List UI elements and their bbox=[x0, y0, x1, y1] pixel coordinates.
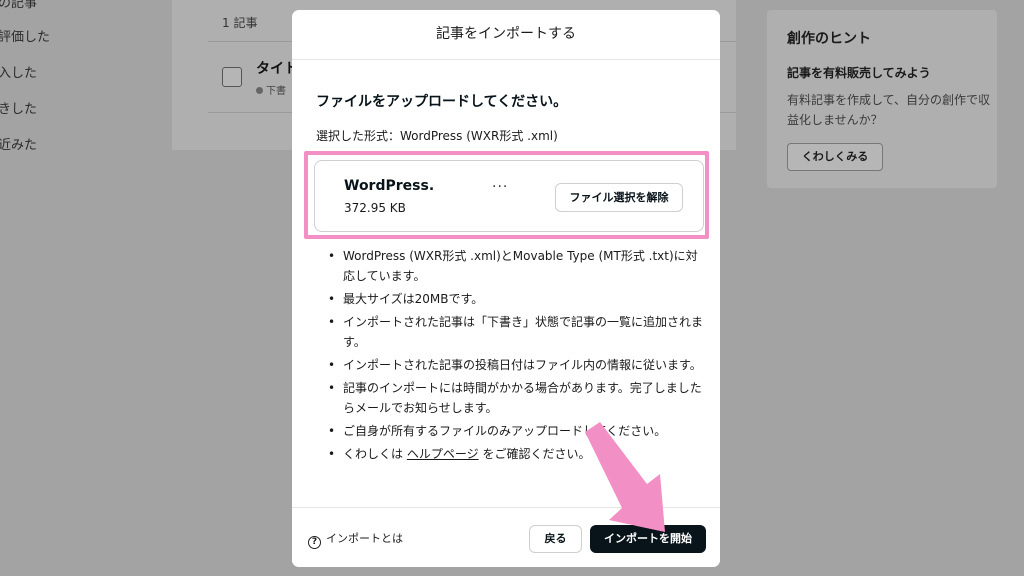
file-size: 372.95 KB bbox=[344, 201, 406, 215]
sidebar-item-purchased: 入した bbox=[0, 66, 38, 81]
list-item: 最大サイズは20MBです。 bbox=[328, 289, 708, 309]
list-item: インポートされた記事は「下書き」状態で記事の一覧に追加されます。 bbox=[328, 312, 708, 352]
article-checkbox bbox=[222, 67, 242, 87]
sidebar-item-recent: 近みた bbox=[0, 138, 38, 153]
background-hint-card: 創作のヒント 記事を有料販売してみよう 有料記事を作成して、自分の創作で収益化し… bbox=[767, 10, 997, 188]
sidebar-item-rated: 評価した bbox=[0, 30, 51, 45]
sidebar-item-liked: きした bbox=[0, 102, 38, 117]
article-count: 1 記事 bbox=[222, 16, 258, 30]
modal-title: 記事をインポートする bbox=[292, 10, 720, 60]
article-status-label: 下書 bbox=[266, 86, 286, 97]
background-sidebar: の記事 評価した 入した きした 近みた bbox=[0, 0, 170, 576]
hint-subtitle: 記事を有料販売してみよう bbox=[787, 66, 931, 80]
hint-learn-more-button: くわしくみる bbox=[787, 143, 883, 171]
about-import-link[interactable]: ? インポートとは bbox=[308, 530, 403, 549]
modal-footer: ? インポートとは 戻る インポートを開始 bbox=[292, 507, 720, 567]
back-button[interactable]: 戻る bbox=[529, 525, 582, 553]
hint-description: 有料記事を作成して、自分の創作で収益化しませんか？ bbox=[787, 93, 991, 127]
selected-format: 選択した形式：WordPress (WXR形式 .xml) bbox=[316, 129, 558, 143]
help-prefix: くわしくは bbox=[343, 447, 404, 461]
upload-heading: ファイルをアップロードしてください。 bbox=[316, 94, 568, 110]
list-item: ご自身が所有するファイルのみアップロードしてください。 bbox=[328, 421, 708, 441]
ellipsis-icon: ... bbox=[492, 175, 509, 191]
selected-file-card: WordPress. 372.95 KB ... ファイル選択を解除 bbox=[314, 160, 704, 232]
article-status: 下書 bbox=[256, 82, 286, 97]
file-name: WordPress. bbox=[344, 178, 435, 194]
list-item: インポートされた記事の投稿日付はファイル内の情報に従います。 bbox=[328, 355, 708, 375]
help-suffix: をご確認ください。 bbox=[482, 447, 591, 461]
import-notes: WordPress (WXR形式 .xml)とMovable Type (MT形… bbox=[328, 246, 708, 467]
deselect-file-button[interactable]: ファイル選択を解除 bbox=[555, 183, 683, 212]
import-modal: 記事をインポートする ファイルをアップロードしてください。 選択した形式：Wor… bbox=[292, 10, 720, 567]
start-import-button[interactable]: インポートを開始 bbox=[590, 525, 706, 553]
list-item: WordPress (WXR形式 .xml)とMovable Type (MT形… bbox=[328, 246, 708, 286]
hint-title: 創作のヒント bbox=[787, 31, 871, 47]
list-item: 記事のインポートには時間がかかる場合があります。完了しましたらメールでお知らせし… bbox=[328, 378, 708, 418]
sidebar-item-articles: の記事 bbox=[0, 0, 38, 11]
list-item-help: くわしくは ヘルプページ をご確認ください。 bbox=[328, 444, 708, 464]
status-dot-icon bbox=[256, 87, 263, 94]
question-circle-icon: ? bbox=[308, 536, 321, 549]
help-page-link[interactable]: ヘルプページ bbox=[407, 447, 479, 461]
about-import-label: インポートとは bbox=[326, 532, 403, 545]
